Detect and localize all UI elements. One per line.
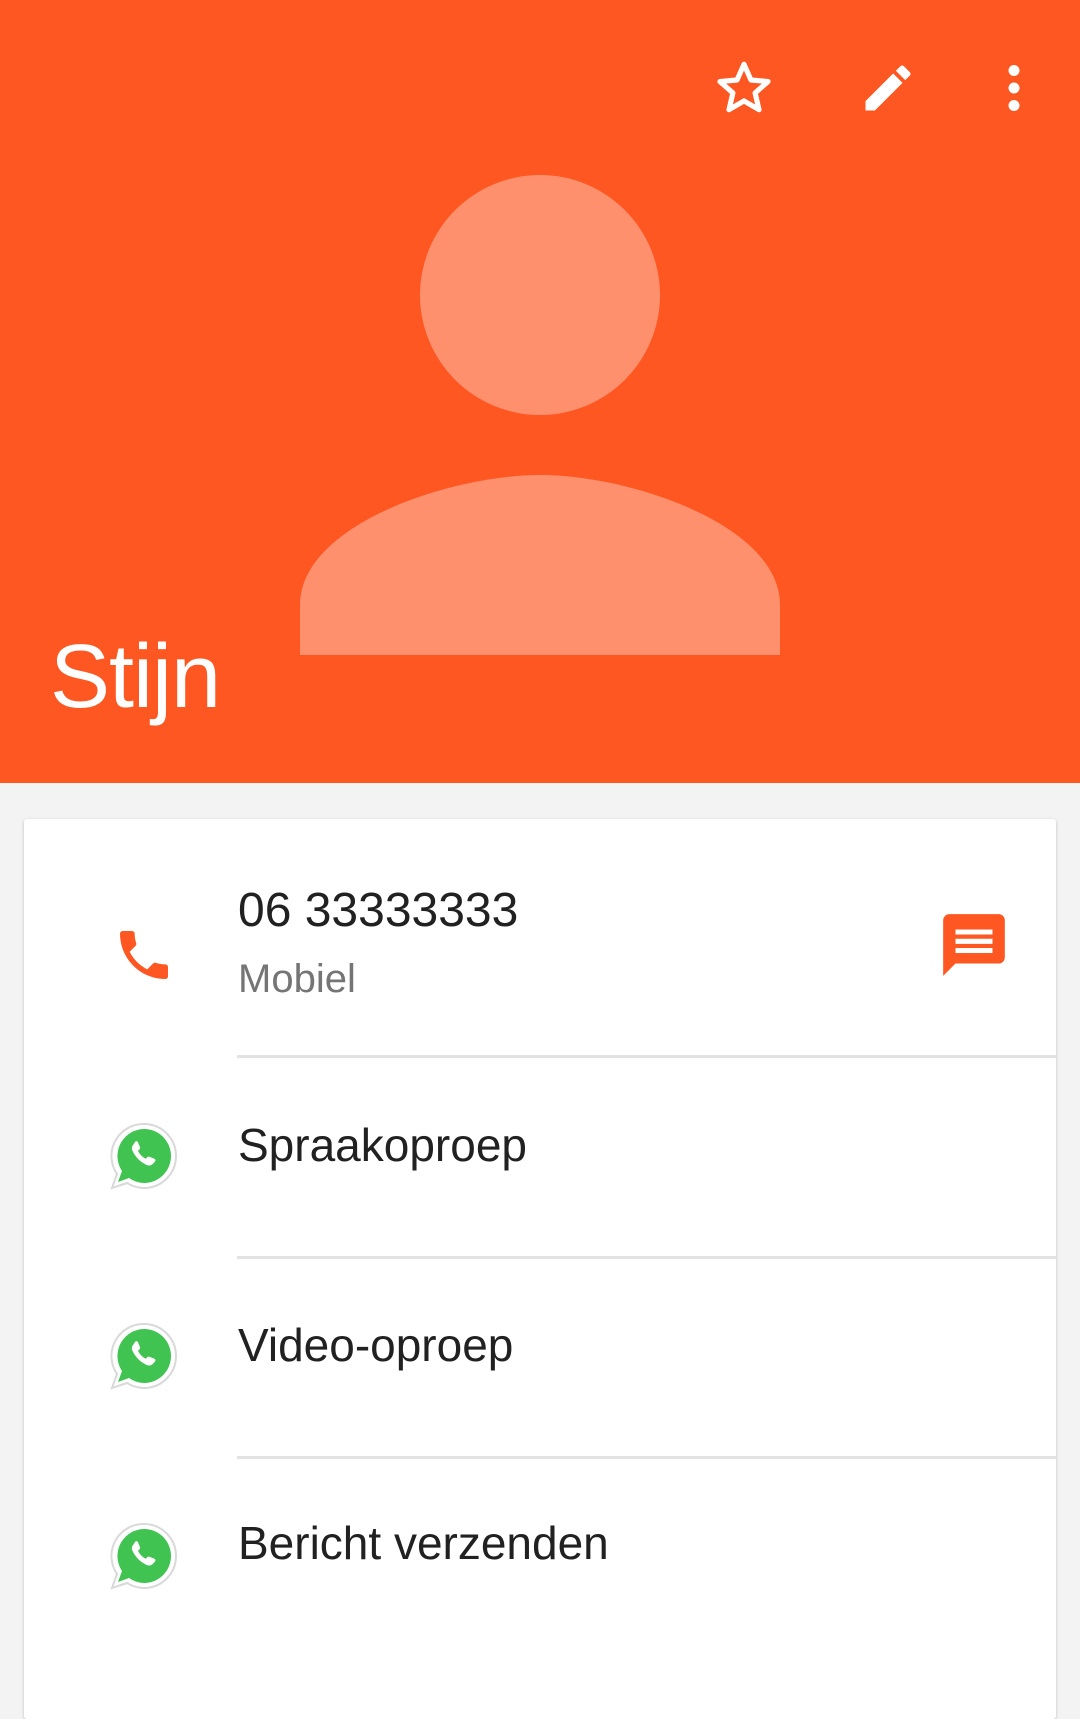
whatsapp-video-call-row[interactable]: Video-oproep (24, 1258, 1056, 1459)
more-vert-icon[interactable] (978, 52, 1050, 124)
whatsapp-send-message-label: Bericht verzenden (238, 1517, 609, 1569)
star-icon[interactable] (708, 52, 780, 124)
contact-header: Stijn (0, 0, 1080, 783)
whatsapp-video-call-label: Video-oproep (238, 1319, 514, 1371)
contact-details-card: 06 33333333 Mobiel Spraakoproep Video-op… (24, 819, 1056, 1719)
phone-icon[interactable] (84, 915, 204, 995)
contact-name: Stijn (50, 627, 221, 727)
whatsapp-voice-call-label: Spraakoproep (238, 1119, 527, 1171)
message-icon[interactable] (914, 905, 1034, 985)
whatsapp-icon (84, 1516, 204, 1596)
whatsapp-icon (84, 1116, 204, 1196)
phone-number-row[interactable]: 06 33333333 Mobiel (24, 819, 1056, 1058)
avatar-placeholder-icon (300, 175, 780, 655)
edit-pencil-icon[interactable] (852, 52, 924, 124)
whatsapp-send-message-row[interactable]: Bericht verzenden (24, 1458, 1056, 1658)
whatsapp-icon (84, 1316, 204, 1396)
whatsapp-voice-call-row[interactable]: Spraakoproep (24, 1058, 1056, 1259)
phone-type-label: Mobiel (238, 957, 356, 1001)
phone-number: 06 33333333 (238, 884, 519, 937)
